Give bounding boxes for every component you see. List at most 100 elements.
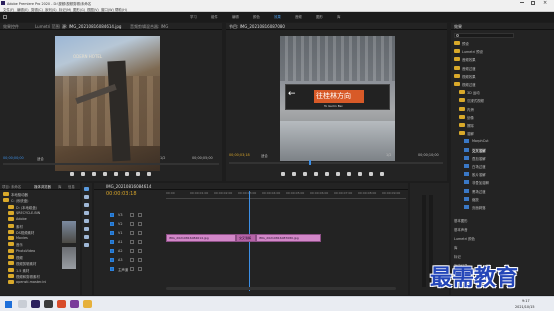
tree-item[interactable]: C: (系统盘) — [0, 198, 60, 203]
track-toggle[interactable] — [110, 249, 114, 253]
program-transport-button-7[interactable] — [358, 172, 362, 176]
tree-item[interactable]: opensti.master.ini — [0, 280, 60, 285]
effects-item[interactable]: 预设 — [451, 41, 554, 46]
program-transport-button-1[interactable] — [292, 172, 296, 176]
program-transport-button-4[interactable] — [325, 172, 329, 176]
tree-item[interactable]: 本地驱动器 — [0, 192, 60, 197]
panel-link-4[interactable]: 标记 — [454, 254, 461, 259]
tree-item[interactable]: PhotoVideo — [0, 248, 60, 254]
track-eye-icon[interactable] — [138, 258, 142, 262]
source-fit-select[interactable]: 适合 — [37, 156, 44, 161]
tab-sequence[interactable]: IMG_20210816084614 — [106, 184, 151, 189]
effects-item[interactable]: 叠加溶解 — [451, 155, 554, 161]
track-lock-icon[interactable] — [130, 258, 134, 262]
effects-item[interactable]: 视频效果 — [451, 73, 554, 79]
project-tab-1[interactable]: 媒体浏览器 — [34, 184, 51, 189]
workspace-tab-7[interactable]: 库 — [337, 14, 340, 19]
source-transport-button-6[interactable] — [136, 172, 140, 176]
workspace-tab-4[interactable]: 效果 — [274, 14, 281, 19]
track-eye-icon[interactable] — [138, 222, 142, 226]
source-scale-select[interactable]: 1/2 — [160, 156, 165, 160]
timeline-scrollbar[interactable] — [166, 287, 396, 290]
source-transport-button-3[interactable] — [103, 172, 107, 176]
track-toggle[interactable] — [110, 213, 114, 217]
source-scrubber[interactable] — [3, 163, 219, 165]
project-tab-3[interactable]: 信息 — [68, 184, 75, 189]
source-transport-button-0[interactable] — [70, 172, 74, 176]
tree-item[interactable]: $RECYCLE.BIN — [0, 210, 60, 216]
source-transport-button-7[interactable] — [147, 172, 151, 176]
media-thumb-2[interactable] — [62, 247, 76, 269]
source-tab-1[interactable]: Lumetri 范围 — [35, 24, 60, 30]
tree-item[interactable]: Adobe — [0, 217, 60, 222]
effects-search-input[interactable] — [454, 33, 514, 38]
track-toggle[interactable] — [110, 267, 114, 271]
source-tab-0[interactable]: 效果控件 — [3, 24, 19, 30]
start-icon[interactable] — [5, 301, 12, 308]
panel-link-3[interactable]: 库 — [454, 245, 457, 250]
effects-item[interactable]: 缩放 — [451, 196, 554, 202]
effects-item[interactable]: MorphCut — [451, 139, 554, 144]
folder-taskbar-icon[interactable] — [83, 300, 92, 308]
search-taskbar-icon[interactable] — [18, 300, 27, 308]
tree-item[interactable]: 音乐 — [0, 242, 60, 247]
effects-item[interactable]: 非叠加溶解 — [451, 180, 554, 185]
project-tab-0[interactable]: 项目: 未命名 — [2, 184, 21, 189]
type-tool-icon[interactable] — [84, 243, 89, 247]
workspace-tab-0[interactable]: 学习 — [190, 14, 197, 19]
effects-item[interactable]: 沉浸式视频 — [451, 98, 554, 103]
tab-program[interactable]: 节目: IMG_20210816087080 — [229, 24, 285, 30]
playhead-marker[interactable] — [309, 160, 311, 165]
program-timecode[interactable]: 00;00;03;18 — [229, 153, 250, 157]
panel-link-0[interactable]: 基本图形 — [454, 218, 468, 223]
panel-link-1[interactable]: 基本声音 — [454, 227, 468, 232]
home-icon[interactable] — [3, 15, 7, 19]
tab-effects[interactable]: 效果 — [454, 24, 462, 30]
workspace-tab-1[interactable]: 组件 — [211, 14, 218, 19]
effects-item[interactable]: 3D 运动 — [451, 90, 554, 95]
program-scrubber[interactable] — [229, 160, 443, 165]
program-scale-select[interactable]: 1/2 — [386, 153, 391, 157]
track-select-tool-icon[interactable] — [84, 195, 89, 199]
browser-taskbar-icon[interactable] — [57, 300, 66, 308]
effects-item[interactable]: 黑场过渡 — [451, 188, 554, 194]
program-transport-button-2[interactable] — [303, 172, 307, 176]
slip-tool-icon[interactable] — [84, 219, 89, 223]
timeline-clip[interactable]: IMG_20210816084614.jpg — [166, 234, 236, 242]
ripple-edit-tool-icon[interactable] — [84, 203, 89, 207]
media-thumb-1[interactable] — [62, 221, 76, 243]
effects-item[interactable]: 擦除 — [451, 123, 554, 128]
track-eye-icon[interactable] — [138, 267, 142, 271]
track-lock-icon[interactable] — [130, 249, 134, 253]
source-timecode[interactable]: 00;00;00;00 — [3, 156, 24, 160]
source-transport-button-2[interactable] — [92, 172, 96, 176]
timeline-clip[interactable]: 交叉溶解 — [236, 234, 256, 242]
program-transport-button-5[interactable] — [336, 172, 340, 176]
tree-item[interactable]: 1.5 素材 — [0, 267, 60, 273]
sequence-timecode[interactable]: 00:00:03:18 — [106, 191, 137, 197]
program-fit-select[interactable]: 适合 — [261, 153, 268, 158]
workspace-tab-5[interactable]: 音频 — [295, 14, 302, 19]
source-tab-3[interactable]: 音频剪辑混合器: IMG — [130, 24, 168, 30]
workspace-tab-6[interactable]: 图形 — [316, 14, 323, 19]
app-taskbar-icon[interactable] — [44, 300, 53, 308]
program-transport-button-8[interactable] — [369, 172, 373, 176]
hand-tool-icon[interactable] — [84, 235, 89, 239]
track-toggle[interactable] — [110, 258, 114, 262]
maximize-icon[interactable] — [531, 1, 535, 5]
track-toggle[interactable] — [110, 231, 114, 235]
project-tab-2[interactable]: 库 — [58, 184, 61, 189]
effects-item[interactable]: 音频效果 — [451, 57, 554, 62]
source-tab-2[interactable]: 源: IMG_20210816084614.jpg — [62, 24, 121, 30]
program-transport-button-0[interactable] — [281, 172, 285, 176]
tree-item[interactable]: 素材 — [0, 223, 60, 229]
tree-item[interactable]: DS视频素材 — [0, 229, 60, 235]
track-eye-icon[interactable] — [138, 240, 142, 244]
tree-item[interactable]: Movies — [0, 236, 60, 241]
effects-item[interactable]: 交叉溶解 — [451, 147, 554, 153]
pen-tool-icon[interactable] — [84, 227, 89, 231]
effects-item[interactable]: 白场过渡 — [451, 164, 554, 169]
tree-item[interactable]: D: (本地磁盘) — [0, 204, 60, 210]
workspace-tab-3[interactable]: 颜色 — [253, 14, 260, 19]
track-lock-icon[interactable] — [130, 213, 134, 217]
